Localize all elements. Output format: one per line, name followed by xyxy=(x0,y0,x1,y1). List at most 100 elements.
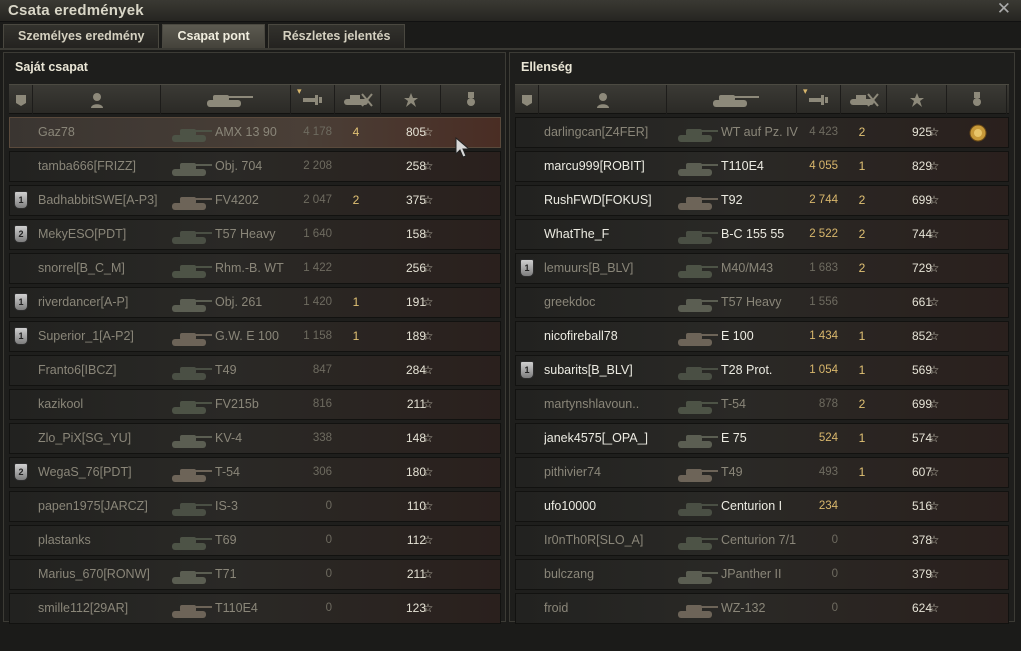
player-name: martynshlavoun.. xyxy=(544,397,640,411)
star-icon: ☆ xyxy=(928,159,940,173)
tank-column-icon[interactable] xyxy=(161,85,291,114)
player-row[interactable]: 1 BadhabbitSWE[A-P3] FV4202 2 047 2 375 ☆ xyxy=(9,185,501,216)
medal-column-icon[interactable] xyxy=(441,85,501,114)
kills-value: 1 xyxy=(858,329,866,343)
star-icon: ☆ xyxy=(422,295,434,309)
kills-value xyxy=(854,492,870,521)
damage-value: 0 xyxy=(831,568,838,580)
player-row[interactable]: Zlo_PiX[SG_YU] KV-4 338 148 ☆ xyxy=(9,423,501,454)
player-row[interactable]: Franto6[IBCZ] T49 847 284 ☆ xyxy=(9,355,501,386)
damage-column-icon[interactable]: ▾ xyxy=(291,85,335,114)
tank-name: KV-4 xyxy=(215,431,243,445)
mouse-cursor-icon xyxy=(455,137,471,158)
enemy-team-column-header: ▾ xyxy=(515,84,1009,114)
kills-value: 2 xyxy=(858,227,866,241)
damage-value: 4 055 xyxy=(809,160,838,172)
rank-badge-cell xyxy=(520,186,536,215)
damage-column-icon[interactable]: ▾ xyxy=(797,85,841,114)
player-row[interactable]: froid WZ-132 0 624 ☆ xyxy=(515,593,1009,624)
player-row[interactable]: bulczang JPanther II 0 379 ☆ xyxy=(515,559,1009,590)
player-row[interactable]: snorrel[B_C_M] Rhm.-B. WT 1 422 256 ☆ xyxy=(9,253,501,284)
player-row[interactable]: 1 riverdancer[A-P] Obj. 261 1 420 1 191 ☆ xyxy=(9,287,501,318)
rank-badge-cell xyxy=(520,390,536,419)
player-row[interactable]: 2 MekyESO[PDT] T57 Heavy 1 640 158 ☆ xyxy=(9,219,501,250)
medal-icon[interactable] xyxy=(967,122,989,144)
player-name: BadhabbitSWE[A-P3] xyxy=(38,193,158,207)
player-row[interactable]: marcu999[ROBIT] T110E4 4 055 1 829 ☆ xyxy=(515,151,1009,182)
player-name: papen1975[JARCZ] xyxy=(38,499,148,513)
rank-badge-cell xyxy=(14,254,30,283)
tank-icon xyxy=(674,288,720,317)
rank-badge-cell xyxy=(520,594,536,623)
star-icon: ☆ xyxy=(422,363,434,377)
tank-name: T57 Heavy xyxy=(721,295,782,309)
damage-value: 493 xyxy=(818,466,838,478)
tab-team-score[interactable]: Csapat pont xyxy=(162,24,265,48)
kills-value: 1 xyxy=(858,465,866,479)
player-row[interactable]: pithivier74 T49 493 1 607 ☆ xyxy=(515,457,1009,488)
player-row[interactable]: Marius_670[RONW] T71 0 211 ☆ xyxy=(9,559,501,590)
tab-divider xyxy=(0,48,1021,50)
player-row[interactable]: Gaz78 AMX 13 90 4 178 4 805 ☆ xyxy=(9,117,501,148)
player-row[interactable]: 1 lemuurs[B_BLV] M40/M43 1 683 2 729 ☆ xyxy=(515,253,1009,284)
medal-cell xyxy=(966,220,990,249)
kills-value xyxy=(348,390,364,419)
medal-cell xyxy=(460,458,484,487)
kills-column-icon[interactable] xyxy=(335,85,381,114)
rank-badge-cell: 1 xyxy=(14,288,30,317)
player-row[interactable]: Ir0nTh0R[SLO_A] Centurion 7/1 0 378 ☆ xyxy=(515,525,1009,556)
kills-value: 2 xyxy=(352,193,360,207)
player-column-icon[interactable] xyxy=(539,85,667,114)
rank-column-icon[interactable] xyxy=(9,85,33,114)
player-row[interactable]: darlingcan[Z4FER] WT auf Pz. IV 4 423 2 925 ☆ xyxy=(515,117,1009,148)
medal-cell xyxy=(966,356,990,385)
tank-icon xyxy=(168,458,214,487)
player-name: subarits[B_BLV] xyxy=(544,363,633,377)
tank-column-icon[interactable] xyxy=(667,85,797,114)
player-row[interactable]: plastanks T69 0 112 ☆ xyxy=(9,525,501,556)
player-name: froid xyxy=(544,601,569,615)
player-row[interactable]: smille112[29AR] T110E4 0 123 ☆ xyxy=(9,593,501,624)
tank-icon xyxy=(168,560,214,589)
player-row[interactable]: 1 subarits[B_BLV] T28 Prot. 1 054 1 569 ☆ xyxy=(515,355,1009,386)
kills-value: 2 xyxy=(858,397,866,411)
player-name: bulczang xyxy=(544,567,595,581)
kills-value xyxy=(854,526,870,555)
player-row[interactable]: RushFWD[FOKUS] T92 2 744 2 699 ☆ xyxy=(515,185,1009,216)
tab-detailed-report[interactable]: Részletes jelentés xyxy=(267,24,406,48)
enemy-team-panel: Ellenség ▾ darlingcan[Z4FER] WT auf Pz. I… xyxy=(509,52,1015,624)
tab-personal-results[interactable]: Személyes eredmény xyxy=(3,24,160,48)
rank-badge-icon: 1 xyxy=(14,327,28,345)
medal-cell xyxy=(460,492,484,521)
player-row[interactable]: janek4575[_OPA_] E 75 524 1 574 ☆ xyxy=(515,423,1009,454)
player-name: snorrel[B_C_M] xyxy=(38,261,125,275)
player-row[interactable]: martynshlavoun.. T-54 878 2 699 ☆ xyxy=(515,389,1009,420)
player-row[interactable]: kazikool FV215b 816 211 ☆ xyxy=(9,389,501,420)
rank-badge-cell xyxy=(520,118,536,147)
star-icon: ☆ xyxy=(928,295,940,309)
player-row[interactable]: greekdoc T57 Heavy 1 556 661 ☆ xyxy=(515,287,1009,318)
close-icon[interactable]: ✕ xyxy=(997,0,1011,19)
kills-column-icon[interactable] xyxy=(841,85,887,114)
tank-icon xyxy=(168,526,214,555)
player-row[interactable]: 1 Superior_1[A-P2] G.W. E 100 1 158 1 189 ☆ xyxy=(9,321,501,352)
tank-name: T71 xyxy=(215,567,237,581)
player-row[interactable]: nicofireball78 E 100 1 434 1 852 ☆ xyxy=(515,321,1009,352)
rank-badge-cell: 2 xyxy=(14,220,30,249)
player-row[interactable]: WhatThe_F B-C 155 55 2 522 2 744 ☆ xyxy=(515,219,1009,250)
player-column-icon[interactable] xyxy=(33,85,161,114)
experience-column-icon[interactable] xyxy=(381,85,441,114)
medal-cell xyxy=(966,288,990,317)
rank-column-icon[interactable] xyxy=(515,85,539,114)
player-row[interactable]: ufo10000 Centurion I 234 516 ☆ xyxy=(515,491,1009,522)
player-row[interactable]: papen1975[JARCZ] IS-3 0 110 ☆ xyxy=(9,491,501,522)
star-icon: ☆ xyxy=(422,601,434,615)
tab-bar: Személyes eredmény Csapat pont Részletes… xyxy=(3,24,406,48)
player-row[interactable]: 2 WegaS_76[PDT] T-54 306 180 ☆ xyxy=(9,457,501,488)
star-icon: ☆ xyxy=(928,125,940,139)
player-name: Gaz78 xyxy=(38,125,75,139)
rank-badge-icon: 1 xyxy=(520,361,534,379)
medal-column-icon[interactable] xyxy=(947,85,1007,114)
player-row[interactable]: tamba666[FRIZZ] Obj. 704 2 208 258 ☆ xyxy=(9,151,501,182)
experience-column-icon[interactable] xyxy=(887,85,947,114)
